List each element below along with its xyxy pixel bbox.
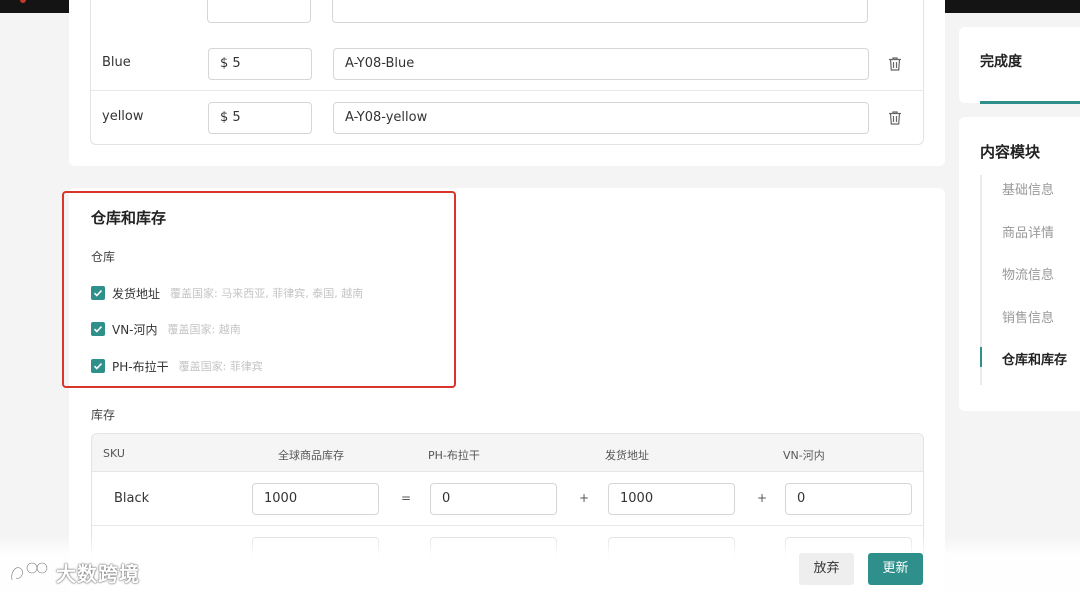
price-input-partial[interactable] (207, 0, 311, 23)
nav-title: 内容模块 (980, 143, 1041, 161)
column-header: 发货地址 (605, 449, 649, 462)
ph-stock-input[interactable]: 0 (430, 483, 557, 515)
table-row: Black 1000 = 0 + 1000 + 0 (92, 472, 923, 526)
price-input[interactable]: $ 5 (208, 102, 312, 134)
global-stock-input[interactable]: 1000 (252, 483, 379, 515)
price-value: 5 (232, 56, 241, 71)
content-module-nav: 内容模块 基础信息 商品详情 物流信息 销售信息 仓库和库存 (959, 117, 1080, 411)
ship-stock-input[interactable]: 1000 (608, 483, 735, 515)
variant-name: Blue (102, 55, 131, 70)
window-dot (20, 0, 26, 3)
sku-input-partial[interactable] (332, 0, 868, 23)
plus-sign: + (579, 491, 590, 505)
currency-symbol: $ (220, 56, 229, 71)
currency-symbol: $ (220, 110, 229, 125)
column-header: VN-河内 (783, 449, 825, 462)
sku-input[interactable]: A-Y08-Blue (333, 48, 869, 80)
nav-item-logistics[interactable]: 物流信息 (1002, 264, 1054, 283)
trash-icon[interactable] (888, 110, 902, 126)
table-row: yellow $ 5 A-Y08-yellow (91, 91, 923, 145)
variant-name: yellow (102, 109, 144, 124)
sku-input[interactable]: A-Y08-yellow (333, 102, 869, 134)
nav-active-indicator (980, 347, 982, 367)
completeness-progress-fill (980, 101, 1080, 104)
nav-item-warehouse-inventory[interactable]: 仓库和库存 (1002, 349, 1067, 368)
table-row: Blue $ 5 A-Y08-Blue (91, 37, 923, 91)
inventory-label: 库存 (91, 408, 116, 422)
nav-item-product-details[interactable]: 商品详情 (1002, 222, 1054, 241)
column-header: PH-布拉干 (428, 449, 480, 462)
sku-cell: Black (114, 491, 150, 506)
vn-stock-input[interactable]: 0 (785, 483, 912, 515)
plus-sign: + (757, 491, 768, 505)
highlight-box (62, 191, 456, 388)
discard-button[interactable]: 放弃 (799, 553, 854, 585)
nav-item-basic-info[interactable]: 基础信息 (1002, 179, 1054, 198)
completeness-card: 完成度 (959, 27, 1080, 104)
watermark-text: 大数跨境 (56, 561, 140, 586)
price-value: 5 (232, 110, 241, 125)
inventory-table-header: SKU 全球商品库存 PH-布拉干 发货地址 VN-河内 (92, 434, 923, 472)
column-header: 全球商品库存 (278, 449, 344, 462)
update-button[interactable]: 更新 (868, 553, 923, 585)
nav-item-sales[interactable]: 销售信息 (1002, 307, 1054, 326)
watermark-logo-icon (10, 561, 49, 581)
completeness-progress-bar (980, 101, 1080, 104)
trash-icon[interactable] (888, 56, 902, 72)
price-input[interactable]: $ 5 (208, 48, 312, 80)
equals-sign: = (401, 491, 412, 505)
column-header: SKU (103, 447, 125, 460)
completeness-label: 完成度 (980, 54, 1022, 70)
watermark: 大数跨境 (8, 557, 140, 587)
variants-card: Blue $ 5 A-Y08-Blue yellow $ 5 A-Y08-yel… (69, 0, 945, 166)
